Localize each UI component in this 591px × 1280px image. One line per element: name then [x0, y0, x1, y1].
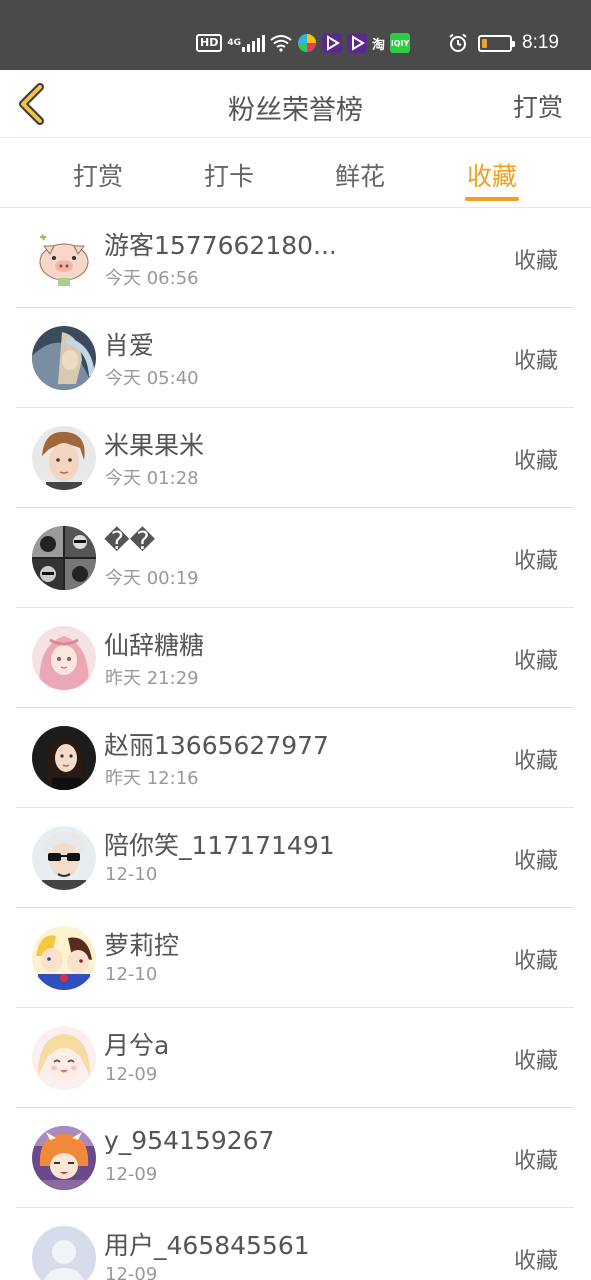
- taobao-icon: 淘: [372, 37, 386, 53]
- fan-name: 用户_465845561: [104, 1231, 310, 1260]
- page-title: 粉丝荣誉榜: [228, 95, 363, 126]
- action-label: 收藏: [513, 749, 558, 774]
- woman-avatar: [32, 726, 96, 790]
- action-label: 收藏: [513, 1149, 558, 1174]
- list-item[interactable]: 陪你笑_117171491 12-10 收藏: [16, 808, 574, 908]
- network-label: 4G: [227, 38, 241, 48]
- tab-checkin[interactable]: 打卡: [194, 157, 264, 193]
- list-item[interactable]: �� 今天 00:19 收藏: [16, 508, 574, 608]
- fan-name: 米果果米: [104, 431, 205, 460]
- status-time: 8:19: [522, 32, 559, 53]
- status-bar: HD 4G 淘 iQIY 8:19: [0, 0, 591, 70]
- header-bar: 粉丝荣誉榜 打赏: [0, 70, 591, 138]
- fan-time: 今天 00:19: [105, 568, 199, 589]
- fan-name: y_954159267: [104, 1126, 275, 1155]
- battery-icon: [478, 34, 516, 52]
- video-app-icon-2: [347, 33, 367, 53]
- fan-time: 今天 01:28: [105, 468, 199, 489]
- list-item[interactable]: 仙辞糖糖 昨天 21:29 收藏: [16, 608, 574, 708]
- video-app-icon: [322, 33, 342, 53]
- fan-time: 12-10: [105, 864, 158, 885]
- fan-name: 陪你笑_117171491: [104, 831, 334, 860]
- fan-list: 游客1577662180... 今天 06:56 收藏 肖爱 今天 05:40 …: [16, 208, 574, 1280]
- sunglasses-avatar: [32, 826, 96, 890]
- tab-favorites[interactable]: 收藏: [457, 157, 527, 193]
- status-icons-left: HD 4G 淘 iQIY: [196, 30, 411, 56]
- action-label: 收藏: [513, 449, 558, 474]
- tab-bar: 打赏 打卡 鲜花 收藏: [0, 139, 591, 208]
- iqiyi-icon: iQIY: [390, 33, 411, 53]
- wifi-icon: [270, 33, 292, 53]
- list-item[interactable]: y_954159267 12-09 收藏: [16, 1108, 574, 1208]
- action-label: 收藏: [513, 549, 558, 574]
- battery-level: [482, 38, 488, 48]
- umaru-avatar: [32, 1126, 96, 1190]
- fan-time: 12-09: [105, 1164, 158, 1185]
- list-item[interactable]: 肖爱 今天 05:40 收藏: [16, 308, 574, 408]
- man-avatar: [32, 426, 96, 490]
- fan-name: 月兮a: [104, 1031, 170, 1060]
- fan-time: 12-09: [105, 1064, 158, 1085]
- anime-girl-avatar: [32, 626, 96, 690]
- app-icon: [297, 33, 317, 53]
- list-item[interactable]: 米果果米 今天 01:28 收藏: [16, 408, 574, 508]
- fan-name: 肖爱: [104, 331, 155, 360]
- action-label: 收藏: [513, 949, 558, 974]
- action-label: 收藏: [513, 1249, 558, 1274]
- warrior-avatar: [32, 326, 96, 390]
- tab-reward[interactable]: 打赏: [63, 157, 133, 193]
- fan-time: 12-09: [105, 1264, 158, 1280]
- action-label: 收藏: [513, 849, 558, 874]
- action-label: 收藏: [513, 649, 558, 674]
- tab-flowers[interactable]: 鲜花: [325, 157, 395, 193]
- fan-name: 仙辞糖糖: [104, 631, 205, 660]
- list-item[interactable]: 用户_465845561 12-09 收藏: [16, 1208, 574, 1280]
- fan-time: 昨天 21:29: [105, 668, 199, 689]
- fan-time: 今天 05:40: [105, 368, 199, 389]
- fan-time: 昨天 12:16: [105, 768, 199, 789]
- list-item[interactable]: 月兮a 12-09 收藏: [16, 1008, 574, 1108]
- action-label: 收藏: [513, 1049, 558, 1074]
- list-item[interactable]: 赵丽13665627977 昨天 12:16 收藏: [16, 708, 574, 808]
- iqiyi-label: iQIY: [391, 38, 410, 48]
- signal-icon: 4G: [227, 33, 265, 53]
- active-tab-indicator: [465, 197, 519, 201]
- action-label: 收藏: [513, 349, 558, 374]
- fan-name: ��: [104, 526, 156, 555]
- pig-avatar: [32, 226, 96, 290]
- fan-time: 今天 06:56: [105, 268, 199, 289]
- list-item[interactable]: 游客1577662180... 今天 06:56 收藏: [16, 208, 574, 308]
- cartoon-avatar: [32, 926, 96, 990]
- status-icons-right: 8:19: [448, 30, 559, 56]
- list-item[interactable]: 萝莉控 12-10 收藏: [16, 908, 574, 1008]
- fan-name: 游客1577662180...: [104, 231, 334, 260]
- default-user-avatar: [32, 1226, 96, 1280]
- fan-time: 12-10: [105, 964, 158, 985]
- hd-icon: HD: [196, 34, 223, 52]
- fan-name: 赵丽13665627977: [104, 731, 329, 760]
- collage-avatar: [32, 526, 96, 590]
- fan-name: 萝莉控: [104, 931, 180, 960]
- action-label: 收藏: [513, 249, 558, 274]
- blonde-anime-avatar: [32, 1026, 96, 1090]
- alarm-icon: [448, 33, 468, 53]
- reward-button[interactable]: 打赏: [513, 88, 563, 124]
